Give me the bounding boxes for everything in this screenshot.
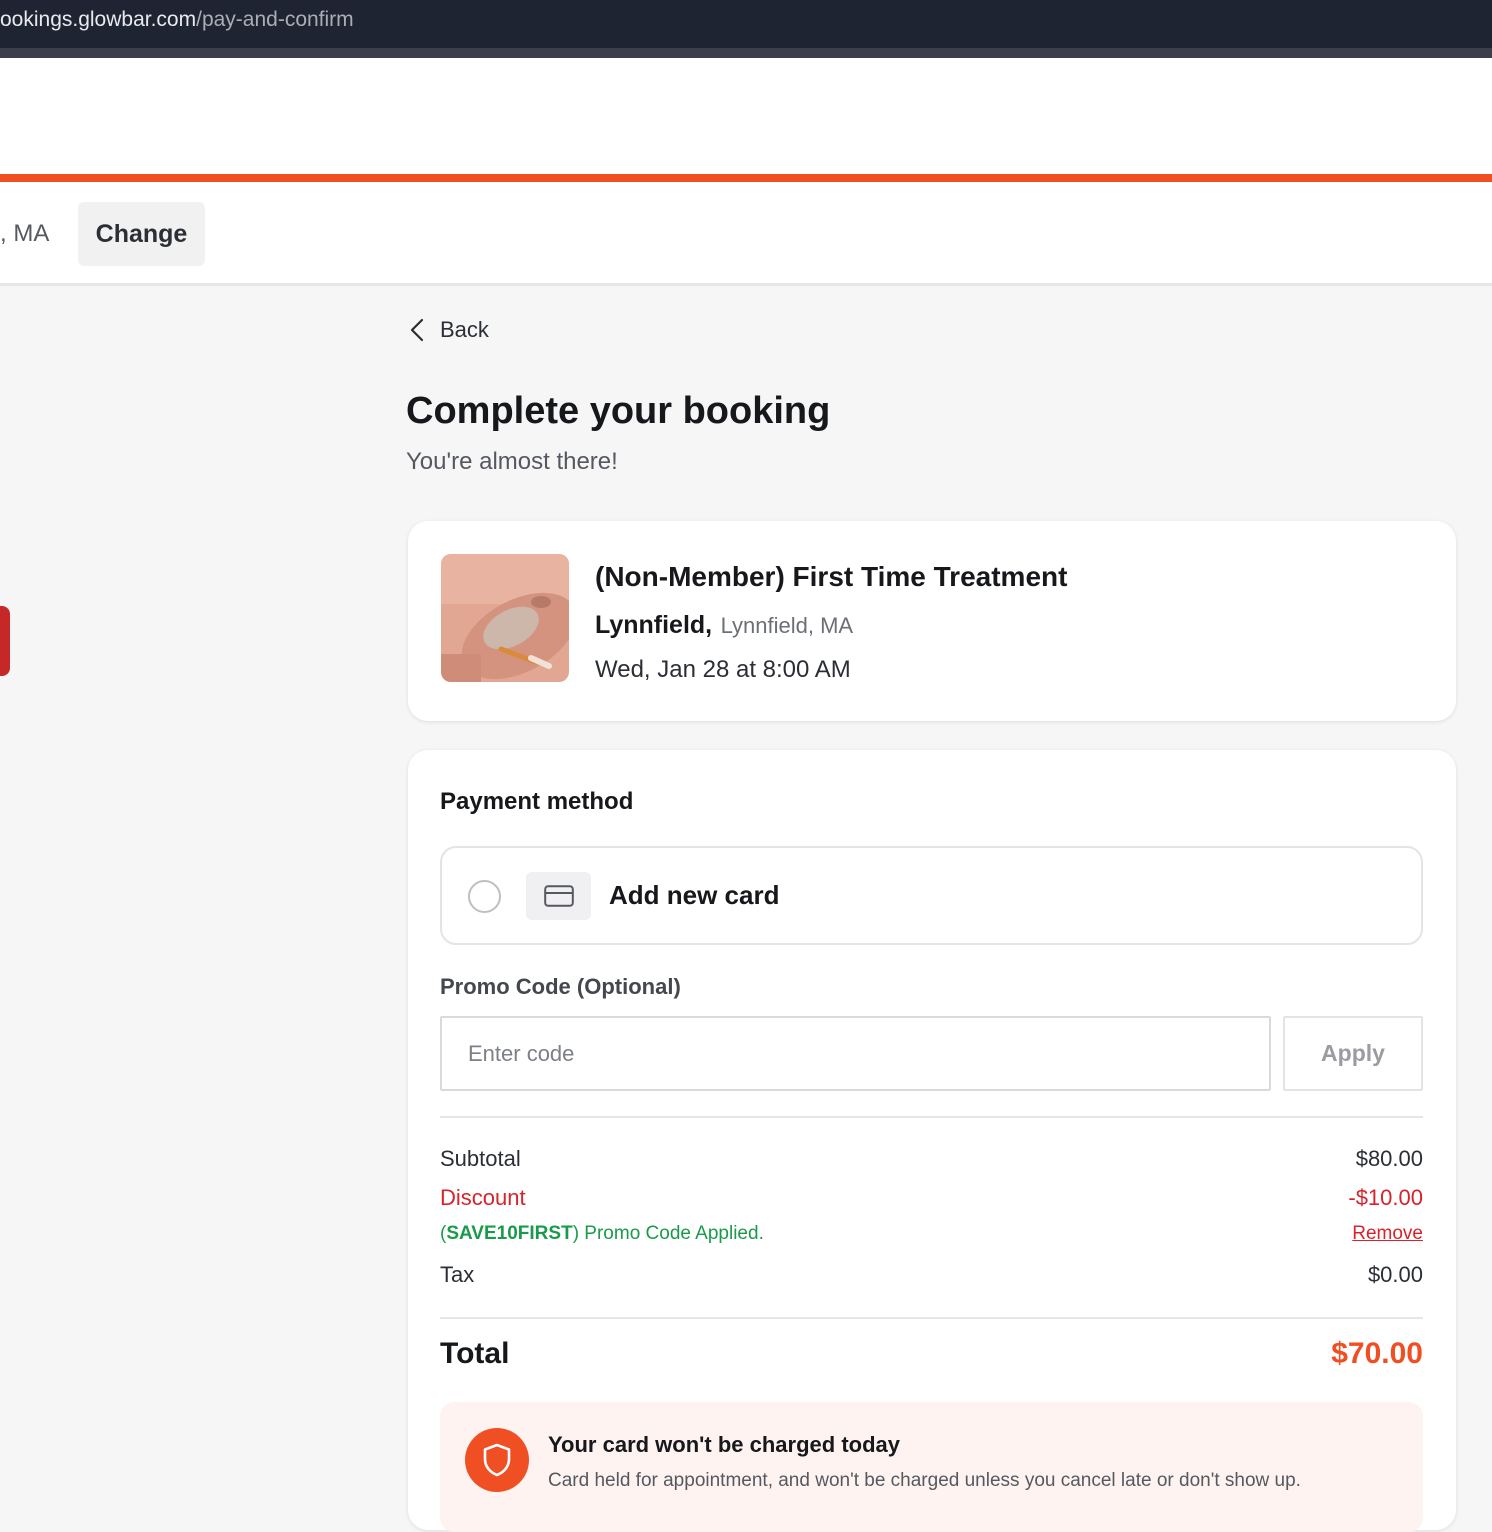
url-path: /pay-and-confirm <box>196 8 354 31</box>
discount-value: -$10.00 <box>1348 1185 1423 1210</box>
no-charge-notice: Your card won't be charged today Card he… <box>440 1402 1423 1532</box>
credit-card-icon <box>526 872 591 920</box>
browser-url-bar[interactable]: ookings.glowbar.com/pay-and-confirm <box>0 0 1492 48</box>
payment-card: Payment method Add new card Promo Code (… <box>408 750 1456 1532</box>
change-location-button[interactable]: Change <box>78 202 205 266</box>
add-card-label: Add new card <box>609 880 780 910</box>
service-summary-card: (Non-Member) First Time Treatment Lynnfi… <box>408 521 1456 721</box>
chevron-left-icon <box>410 318 424 342</box>
payment-method-title: Payment method <box>440 788 634 815</box>
tax-label: Tax <box>440 1262 475 1287</box>
total-value: $70.00 <box>1331 1337 1423 1370</box>
page-subtitle: You're almost there! <box>406 448 618 475</box>
subtotal-label: Subtotal <box>440 1146 521 1171</box>
location-text: , MA <box>0 220 50 247</box>
discount-label: Discount <box>440 1185 526 1210</box>
total-row: Total $70.00 <box>440 1337 1423 1371</box>
promo-applied-suffix: ) Promo Code Applied. <box>572 1223 764 1244</box>
site-header <box>0 58 1492 174</box>
url-text[interactable]: ookings.glowbar.com/pay-and-confirm <box>0 8 354 32</box>
notice-body: Card held for appointment, and won't be … <box>548 1470 1301 1491</box>
discount-row: Discount -$10.00 <box>440 1185 1423 1211</box>
notice-title: Your card won't be charged today <box>548 1432 900 1457</box>
page-title: Complete your booking <box>406 390 831 432</box>
tax-row: Tax $0.00 <box>440 1262 1423 1288</box>
apply-promo-button[interactable]: Apply <box>1283 1016 1423 1091</box>
accent-bar <box>0 174 1492 182</box>
tax-value: $0.00 <box>1367 1262 1423 1287</box>
total-label: Total <box>440 1337 510 1370</box>
promo-applied-text: (SAVE10FIRST) Promo Code Applied. <box>440 1223 764 1245</box>
promo-applied-row: (SAVE10FIRST) Promo Code Applied. Remove <box>440 1223 1423 1245</box>
add-card-radio[interactable] <box>468 880 501 913</box>
service-thumbnail <box>441 554 569 682</box>
browser-url-bar-strip <box>0 48 1492 58</box>
location-bar <box>0 182 1492 286</box>
remove-promo-link[interactable]: Remove <box>1352 1223 1423 1245</box>
summary-divider-top <box>440 1116 1423 1118</box>
side-feedback-tab[interactable] <box>0 606 10 676</box>
back-label: Back <box>440 317 489 342</box>
service-name: (Non-Member) First Time Treatment <box>595 561 1068 592</box>
back-link[interactable]: Back <box>410 312 489 348</box>
service-location-region: Lynnfield, MA <box>720 613 854 638</box>
subtotal-value: $80.00 <box>1355 1146 1423 1171</box>
service-datetime: Wed, Jan 28 at 8:00 AM <box>595 656 851 683</box>
subtotal-row: Subtotal $80.00 <box>440 1146 1423 1172</box>
promo-code-value: SAVE10FIRST <box>446 1223 573 1244</box>
url-host: ookings.glowbar.com <box>0 8 197 31</box>
shield-icon <box>465 1428 529 1492</box>
promo-code-label: Promo Code (Optional) <box>440 974 681 999</box>
promo-code-input[interactable] <box>440 1016 1271 1091</box>
service-location: Lynnfield, Lynnfield, MA <box>595 611 853 640</box>
add-new-card-option[interactable]: Add new card <box>440 846 1423 945</box>
summary-divider-bottom <box>440 1317 1423 1319</box>
service-location-city: Lynnfield, <box>595 611 713 639</box>
